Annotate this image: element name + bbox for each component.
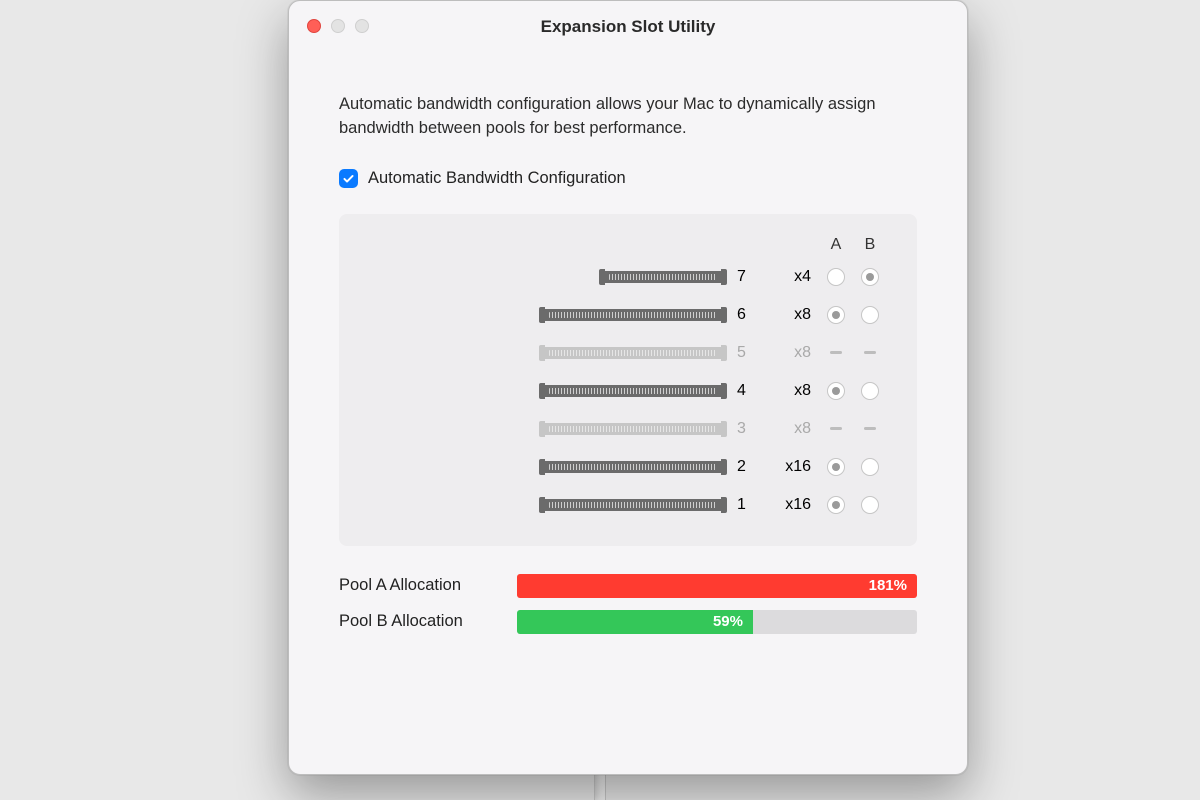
minimize-icon[interactable] [331,19,345,33]
slot-number: 1 [737,496,765,514]
pool-b-radio-slot-1[interactable] [861,496,879,514]
slot-graphic-icon [543,421,723,437]
column-b-label: B [853,236,887,254]
radio-cell [853,496,887,514]
auto-bandwidth-row: Automatic Bandwidth Configuration [339,169,917,188]
slot-lanes: x16 [765,496,819,514]
radio-cell [819,351,853,354]
slot-row-6: 6x8 [369,302,887,328]
slot-panel: A B 7x46x85x84x83x82x161x16 [339,214,917,546]
pool-b-radio-slot-7[interactable] [861,268,879,286]
radio-cell [853,427,887,430]
pool-a-value: 181% [869,577,907,594]
pool-a-radio-slot-1[interactable] [827,496,845,514]
pool-b-bar: 59% [517,610,917,634]
pool-a-radio-slot-4[interactable] [827,382,845,400]
radio-disabled-icon [864,427,876,430]
slot-graphic-icon [543,459,723,475]
radio-cell [853,351,887,354]
pool-b-fill: 59% [517,610,753,634]
radio-cell [853,268,887,286]
utility-window: Expansion Slot Utility Automatic bandwid… [288,0,968,775]
radio-cell [819,382,853,400]
slot-number: 5 [737,344,765,362]
close-icon[interactable] [307,19,321,33]
pool-b-row: Pool B Allocation 59% [339,610,917,634]
radio-disabled-icon [864,351,876,354]
auto-bandwidth-checkbox[interactable] [339,169,358,188]
slot-row-2: 2x16 [369,454,887,480]
slot-graphic-icon [543,383,723,399]
slot-lanes: x4 [765,268,819,286]
pool-b-value: 59% [713,613,743,630]
radio-cell [819,268,853,286]
slot-graphic-icon [543,307,723,323]
slot-number: 2 [737,458,765,476]
radio-cell [853,458,887,476]
pool-a-bar: 181% [517,574,917,598]
slot-lanes: x8 [765,344,819,362]
slot-graphic-icon [543,345,723,361]
pool-a-radio-slot-6[interactable] [827,306,845,324]
slot-graphic-icon [603,269,723,285]
slot-lanes: x8 [765,420,819,438]
slot-number: 4 [737,382,765,400]
slot-rows: 7x46x85x84x83x82x161x16 [369,264,887,518]
traffic-lights [307,19,369,33]
slot-row-1: 1x16 [369,492,887,518]
radio-cell [819,458,853,476]
description-text: Automatic bandwidth configuration allows… [339,93,917,141]
window-title: Expansion Slot Utility [541,17,716,37]
slot-row-7: 7x4 [369,264,887,290]
zoom-icon[interactable] [355,19,369,33]
radio-cell [819,306,853,324]
radio-cell [853,382,887,400]
titlebar: Expansion Slot Utility [289,1,967,53]
radio-disabled-icon [830,427,842,430]
radio-cell [819,496,853,514]
pool-a-radio-slot-2[interactable] [827,458,845,476]
content: Automatic bandwidth configuration allows… [289,53,967,774]
slot-row-3: 3x8 [369,416,887,442]
pool-b-label: Pool B Allocation [339,612,499,631]
slot-number: 7 [737,268,765,286]
pool-b-radio-slot-4[interactable] [861,382,879,400]
radio-cell [819,427,853,430]
pool-a-radio-slot-7[interactable] [827,268,845,286]
pool-b-radio-slot-6[interactable] [861,306,879,324]
slot-number: 6 [737,306,765,324]
column-a-label: A [819,236,853,254]
slot-lanes: x8 [765,382,819,400]
checkmark-icon [342,172,355,185]
auto-bandwidth-label: Automatic Bandwidth Configuration [368,169,626,188]
radio-disabled-icon [830,351,842,354]
slot-row-5: 5x8 [369,340,887,366]
radio-cell [853,306,887,324]
slot-lanes: x16 [765,458,819,476]
slot-graphic-icon [543,497,723,513]
pool-a-fill: 181% [517,574,917,598]
pool-a-row: Pool A Allocation 181% [339,574,917,598]
slot-header: A B [369,236,887,254]
pool-b-radio-slot-2[interactable] [861,458,879,476]
pool-a-label: Pool A Allocation [339,576,499,595]
slot-row-4: 4x8 [369,378,887,404]
slot-lanes: x8 [765,306,819,324]
slot-number: 3 [737,420,765,438]
